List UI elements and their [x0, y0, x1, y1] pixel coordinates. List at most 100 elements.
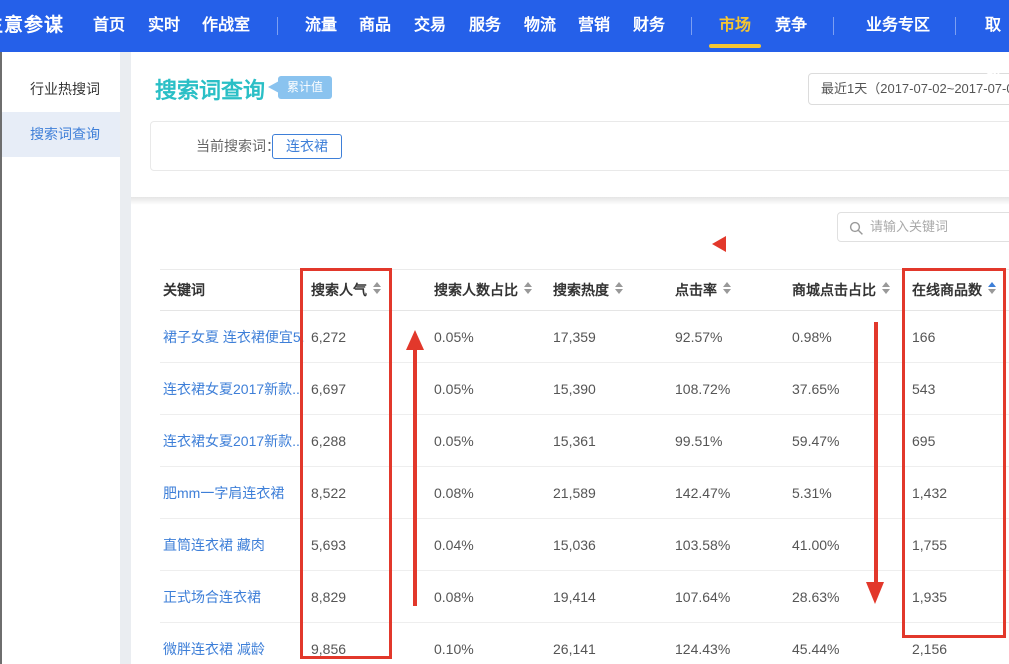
date-range-picker[interactable]: 最近1天（2017-07-02~2017-07-02） — [808, 73, 1009, 105]
cell-mall_click_ratio: 45.44% — [792, 623, 839, 664]
sort-icon[interactable] — [723, 282, 731, 294]
cell-online_products: 695 — [912, 415, 935, 467]
cell-mall_click_ratio: 28.63% — [792, 571, 839, 623]
card-divider-shadow — [131, 197, 1009, 205]
cell-ctr: 124.43% — [675, 623, 730, 664]
table-row: 裙子女夏 连衣裙便宜5..6,272 0.05% 17,359 92.57% 0.98%… — [160, 311, 1009, 363]
cell-search_heat: 17,359 — [553, 311, 596, 363]
cell-online_products: 2,156 — [912, 623, 947, 664]
current-search-label: 当前搜索词： — [196, 122, 280, 170]
sidebar-content-divider — [120, 52, 131, 664]
cell-mall_click_ratio: 59.47% — [792, 415, 839, 467]
sort-icon[interactable] — [524, 282, 532, 294]
table-row: 正式场合连衣裙8,8290.08%19,414107.64%28.63%1,93… — [160, 571, 1009, 623]
nav-item-warroom[interactable]: 作战室 — [202, 0, 250, 52]
cell-ctr: 108.72% — [675, 363, 730, 415]
cell-search_popularity: 9,856 — [311, 623, 346, 664]
table-row: 连衣裙女夏2017新款...6,2880.05%15,36199.51%59.4… — [160, 415, 1009, 467]
cell-search_popularity: 5,693 — [311, 519, 346, 571]
cell-mall_click_ratio: 5.31% — [792, 467, 832, 519]
cumulative-badge: 累计值 — [278, 76, 332, 99]
sidebar-item-search-word-query[interactable]: 搜索词查询 — [2, 112, 120, 157]
table-row: 肥mm一字肩连衣裙8,5220.08%21,589142.47%5.31%1,4… — [160, 467, 1009, 519]
nav-item-marketing[interactable]: 营销 — [578, 0, 610, 52]
cell-search_heat: 21,589 — [553, 467, 596, 519]
sort-icon[interactable] — [882, 282, 890, 294]
col-header-searcher-ratio[interactable]: 搜索人数占比 — [434, 270, 532, 311]
sort-icon-ascending-active[interactable] — [988, 282, 996, 294]
col-header-keyword: 关键词 — [163, 270, 205, 311]
col-header-mall-click-ratio[interactable]: 商城点击占比 — [792, 270, 890, 311]
cell-online_products: 543 — [912, 363, 935, 415]
sidebar: 行业热搜词 搜索词查询 — [2, 52, 120, 664]
current-search-term-chip[interactable]: 连衣裙 — [272, 134, 342, 159]
nav-item-finance[interactable]: 财务 — [633, 0, 665, 52]
keyword-link[interactable]: 正式场合连衣裙 — [163, 571, 261, 623]
nav-item-home[interactable]: 首页 — [93, 0, 125, 52]
cell-ctr: 103.58% — [675, 519, 730, 571]
cell-search_popularity: 6,697 — [311, 363, 346, 415]
cell-search_heat: 15,390 — [553, 363, 596, 415]
nav-item-bizzone[interactable]: 业务专区 — [866, 0, 930, 52]
col-header-ctr[interactable]: 点击率 — [675, 270, 731, 311]
col-header-search-popularity[interactable]: 搜索人气 — [311, 270, 381, 311]
keyword-link[interactable]: 微胖连衣裙 减龄 — [163, 623, 265, 664]
nav-item-traffic[interactable]: 流量 — [305, 0, 337, 52]
cell-ctr: 92.57% — [675, 311, 722, 363]
cell-searcher_ratio: 0.08% — [434, 571, 474, 623]
cell-online_products: 166 — [912, 311, 935, 363]
annotation-left-triangle-icon — [712, 236, 726, 252]
table-body: 裙子女夏 连衣裙便宜5..6,272 0.05% 17,359 92.57% 0.98%… — [160, 311, 1009, 664]
table-row: 连衣裙女夏2017新款...6,697 0.05% 15,390 108.72% 37.… — [160, 363, 1009, 415]
nav-item-market-label: 市场 — [719, 17, 751, 34]
cell-ctr: 107.64% — [675, 571, 730, 623]
col-header-online-products[interactable]: 在线商品数 — [912, 270, 996, 311]
nav-item-realtime[interactable]: 实时 — [148, 0, 180, 52]
nav-item-data[interactable]: 取数 — [985, 0, 1009, 104]
table-row: 直筒连衣裙 藏肉5,6930.04%15,036103.58%41.00%1,7… — [160, 519, 1009, 571]
cell-searcher_ratio: 0.04% — [434, 519, 474, 571]
cell-online_products: 1,755 — [912, 519, 947, 571]
nav-item-market-active[interactable]: 市场 — [719, 0, 751, 52]
sort-icon[interactable] — [373, 282, 381, 294]
cell-searcher_ratio: 0.05% — [434, 311, 474, 363]
search-words-table: 关键词 搜索人气 搜索人数占比 搜索热度 点击率 商城点击占比 在线商品数 裙子… — [160, 269, 1009, 664]
cell-online_products: 1,935 — [912, 571, 947, 623]
sort-icon[interactable] — [615, 282, 623, 294]
nav-item-service[interactable]: 服务 — [469, 0, 501, 52]
active-tab-underline — [709, 44, 761, 48]
keyword-link[interactable]: 连衣裙女夏2017新款... — [163, 363, 304, 415]
cell-ctr: 142.47% — [675, 467, 730, 519]
app-window: 生意参谋 首页 实时 作战室 流量 商品 交易 服务 物流 营销 财务 市场 竞… — [0, 0, 1009, 664]
nav-item-compete[interactable]: 竞争 — [775, 0, 807, 52]
cell-searcher_ratio: 0.05% — [434, 363, 474, 415]
cell-mall_click_ratio: 37.65% — [792, 363, 839, 415]
top-nav: 生意参谋 首页 实时 作战室 流量 商品 交易 服务 物流 营销 财务 市场 竞… — [0, 0, 1009, 52]
nav-item-goods[interactable]: 商品 — [359, 0, 391, 52]
keyword-link[interactable]: 连衣裙女夏2017新款... — [163, 415, 304, 467]
keyword-link[interactable]: 肥mm一字肩连衣裙 — [163, 467, 284, 519]
current-search-box: 当前搜索词： 连衣裙 — [150, 121, 1009, 171]
nav-divider — [277, 17, 278, 35]
cell-searcher_ratio: 0.10% — [434, 623, 474, 664]
cell-online_products: 1,432 — [912, 467, 947, 519]
cell-ctr: 99.51% — [675, 415, 722, 467]
page-title: 搜索词查询 — [155, 73, 265, 105]
table-row: 微胖连衣裙 减龄9,8560.10%26,141124.43%45.44%2,1… — [160, 623, 1009, 664]
col-header-search-heat[interactable]: 搜索热度 — [553, 270, 623, 311]
keyword-link[interactable]: 直筒连衣裙 藏肉 — [163, 519, 265, 571]
cell-mall_click_ratio: 0.98% — [792, 311, 832, 363]
app-logo[interactable]: 生意参谋 — [0, 0, 64, 52]
sidebar-item-industry-hot-words[interactable]: 行业热搜词 — [2, 67, 120, 112]
cell-search_popularity: 8,522 — [311, 467, 346, 519]
keyword-link[interactable]: 裙子女夏 连衣裙便宜5.. — [163, 311, 305, 363]
cell-search_popularity: 6,272 — [311, 311, 346, 363]
cell-search_heat: 19,414 — [553, 571, 596, 623]
nav-item-logistics[interactable]: 物流 — [524, 0, 556, 52]
cell-search_heat: 15,361 — [553, 415, 596, 467]
nav-divider — [955, 17, 956, 35]
search-placeholder: 请输入关键词 — [870, 213, 948, 241]
keyword-search-input[interactable]: 请输入关键词 — [837, 212, 1009, 242]
nav-item-trade[interactable]: 交易 — [414, 0, 446, 52]
cell-search_heat: 15,036 — [553, 519, 596, 571]
